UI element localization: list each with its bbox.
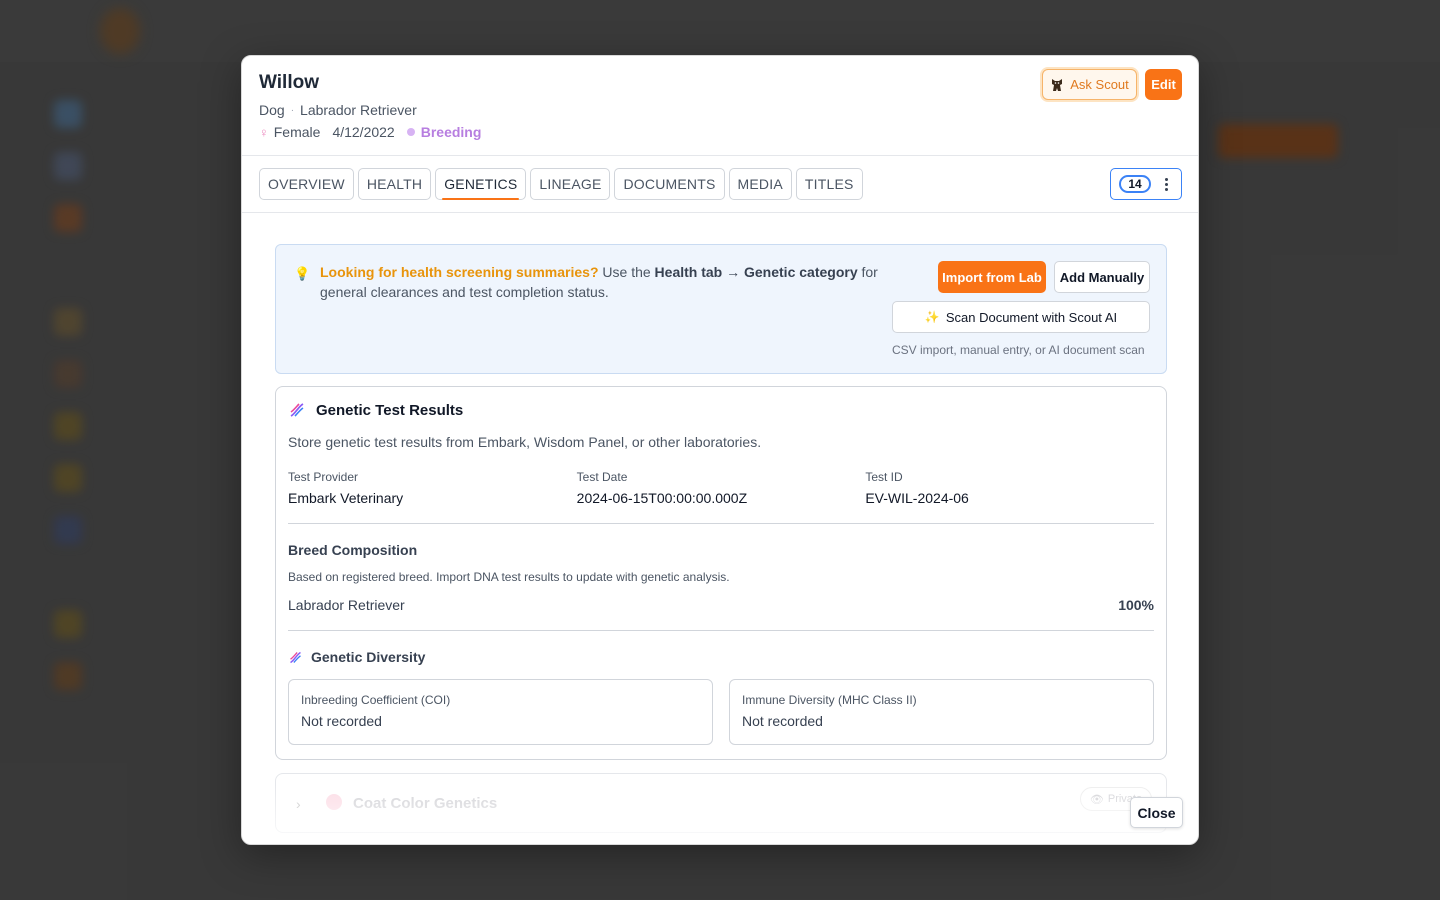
info-health-link: Health tab → Genetic category bbox=[654, 264, 858, 280]
breed-row: Labrador Retriever 100% bbox=[288, 597, 1154, 613]
import-from-lab-button[interactable]: Import from Lab bbox=[938, 261, 1046, 293]
sex-label: Female bbox=[273, 124, 321, 140]
genetic-test-results-card: Genetic Test Results Store genetic test … bbox=[275, 386, 1167, 760]
field-value: 2024-06-15T00:00:00.000Z bbox=[576, 490, 748, 506]
divider bbox=[288, 523, 1154, 524]
tab-list: OVERVIEW HEALTH GENETICS LINEAGE DOCUMEN… bbox=[259, 168, 1181, 200]
birth-date: 4/12/2022 bbox=[332, 124, 395, 140]
genetic-results-title: Genetic Test Results bbox=[316, 401, 464, 419]
animal-meta: ♀ Female 4/12/2022 Breeding bbox=[259, 124, 1181, 140]
modal-header: Willow Dog · Labrador Retriever ♀ Female… bbox=[242, 56, 1198, 156]
dog-icon bbox=[1052, 78, 1063, 91]
tab-health[interactable]: HEALTH bbox=[357, 168, 432, 200]
card-title: Genetic Test Results bbox=[288, 401, 1154, 419]
sparkle-icon: ✨ bbox=[924, 310, 940, 324]
scan-label: Scan Document with Scout AI bbox=[945, 309, 1118, 325]
coat-color-card[interactable]: › Coat Color Genetics 👁 Private bbox=[275, 773, 1167, 833]
separator-dot: · bbox=[290, 104, 295, 116]
coat-color-title: Coat Color Genetics bbox=[353, 795, 498, 812]
more-tabs-button[interactable]: 14 bbox=[1110, 168, 1182, 200]
test-date-field: Test Date 2024-06-15T00:00:00.000Z bbox=[577, 470, 866, 506]
tab-bar: OVERVIEW HEALTH GENETICS LINEAGE DOCUMEN… bbox=[242, 156, 1198, 213]
genetics-content[interactable]: 💡 Looking for health screening summaries… bbox=[242, 213, 1198, 844]
dna-icon bbox=[290, 403, 304, 417]
info-text: Looking for health screening summaries? … bbox=[320, 262, 880, 302]
breed-percent: 100% bbox=[1118, 597, 1154, 613]
female-icon: ♀ bbox=[259, 124, 269, 140]
status-dot bbox=[406, 128, 415, 136]
genetic-diversity-section: Genetic Diversity bbox=[288, 649, 1154, 665]
breed-label: Labrador Retriever bbox=[300, 102, 417, 118]
import-options-note: CSV import, manual entry, or AI document… bbox=[892, 343, 1145, 357]
status-label: Breeding bbox=[420, 124, 482, 140]
field-label: Test Date bbox=[576, 470, 628, 484]
add-manually-button[interactable]: Add Manually bbox=[1054, 261, 1150, 293]
tab-overview[interactable]: OVERVIEW bbox=[259, 168, 354, 200]
field-value: Embark Veterinary bbox=[288, 490, 404, 506]
info-text-1: Use the bbox=[598, 264, 655, 280]
palette-icon bbox=[326, 794, 342, 810]
mhc-value: Not recorded bbox=[742, 713, 823, 729]
field-label: Test Provider bbox=[288, 470, 359, 484]
count-badge: 14 bbox=[1119, 175, 1151, 193]
tab-documents[interactable]: DOCUMENTS bbox=[614, 168, 725, 200]
close-button[interactable]: Close bbox=[1130, 797, 1183, 828]
tab-titles[interactable]: TITLES bbox=[795, 168, 863, 200]
mhc-box: Immune Diversity (MHC Class II) Not reco… bbox=[729, 679, 1154, 745]
test-provider-field: Test Provider Embark Veterinary bbox=[288, 470, 577, 506]
lightbulb-icon: 💡 bbox=[294, 266, 311, 281]
field-value: EV-WIL-2024-06 bbox=[865, 490, 969, 506]
info-highlight: Looking for health screening summaries? bbox=[320, 264, 599, 280]
test-fields: Test Provider Embark Veterinary Test Dat… bbox=[288, 470, 1154, 506]
mhc-label: Immune Diversity (MHC Class II) bbox=[742, 693, 917, 707]
chevron-right-icon: › bbox=[296, 796, 301, 812]
tab-lineage[interactable]: LINEAGE bbox=[530, 168, 611, 200]
breed-composition-note: Based on registered breed. Import DNA te… bbox=[288, 570, 730, 584]
genetic-results-description: Store genetic test results from Embark, … bbox=[288, 434, 762, 450]
breed-composition-title: Breed Composition bbox=[288, 542, 418, 558]
dna-icon bbox=[290, 651, 301, 663]
info-banner: 💡 Looking for health screening summaries… bbox=[275, 244, 1167, 374]
tab-media[interactable]: MEDIA bbox=[728, 168, 792, 200]
ask-scout-label: Ask Scout bbox=[1070, 77, 1129, 92]
genetic-diversity-title: Genetic Diversity bbox=[311, 649, 426, 665]
divider bbox=[288, 630, 1154, 631]
test-id-field: Test ID EV-WIL-2024-06 bbox=[865, 470, 1154, 506]
diversity-boxes: Inbreeding Coefficient (COI) Not recorde… bbox=[288, 679, 1154, 745]
status-badge: Breeding bbox=[406, 124, 482, 140]
field-label: Test ID bbox=[865, 470, 903, 484]
scan-document-button[interactable]: ✨ Scan Document with Scout AI bbox=[892, 301, 1150, 333]
species-label: Dog bbox=[259, 102, 285, 118]
animal-profile-modal: Willow Dog · Labrador Retriever ♀ Female… bbox=[241, 55, 1199, 845]
coi-label: Inbreeding Coefficient (COI) bbox=[301, 693, 451, 707]
eye-off-icon: 👁 bbox=[1089, 793, 1104, 806]
tab-genetics[interactable]: GENETICS bbox=[435, 168, 527, 200]
edit-button[interactable]: Edit bbox=[1145, 69, 1182, 100]
coi-value: Not recorded bbox=[301, 713, 382, 729]
ask-scout-button[interactable]: Ask Scout bbox=[1042, 69, 1137, 100]
coi-box: Inbreeding Coefficient (COI) Not recorde… bbox=[288, 679, 713, 745]
breed-name: Labrador Retriever bbox=[288, 597, 405, 613]
kebab-menu-icon bbox=[1165, 177, 1168, 191]
animal-subtitle: Dog · Labrador Retriever bbox=[259, 102, 1181, 118]
